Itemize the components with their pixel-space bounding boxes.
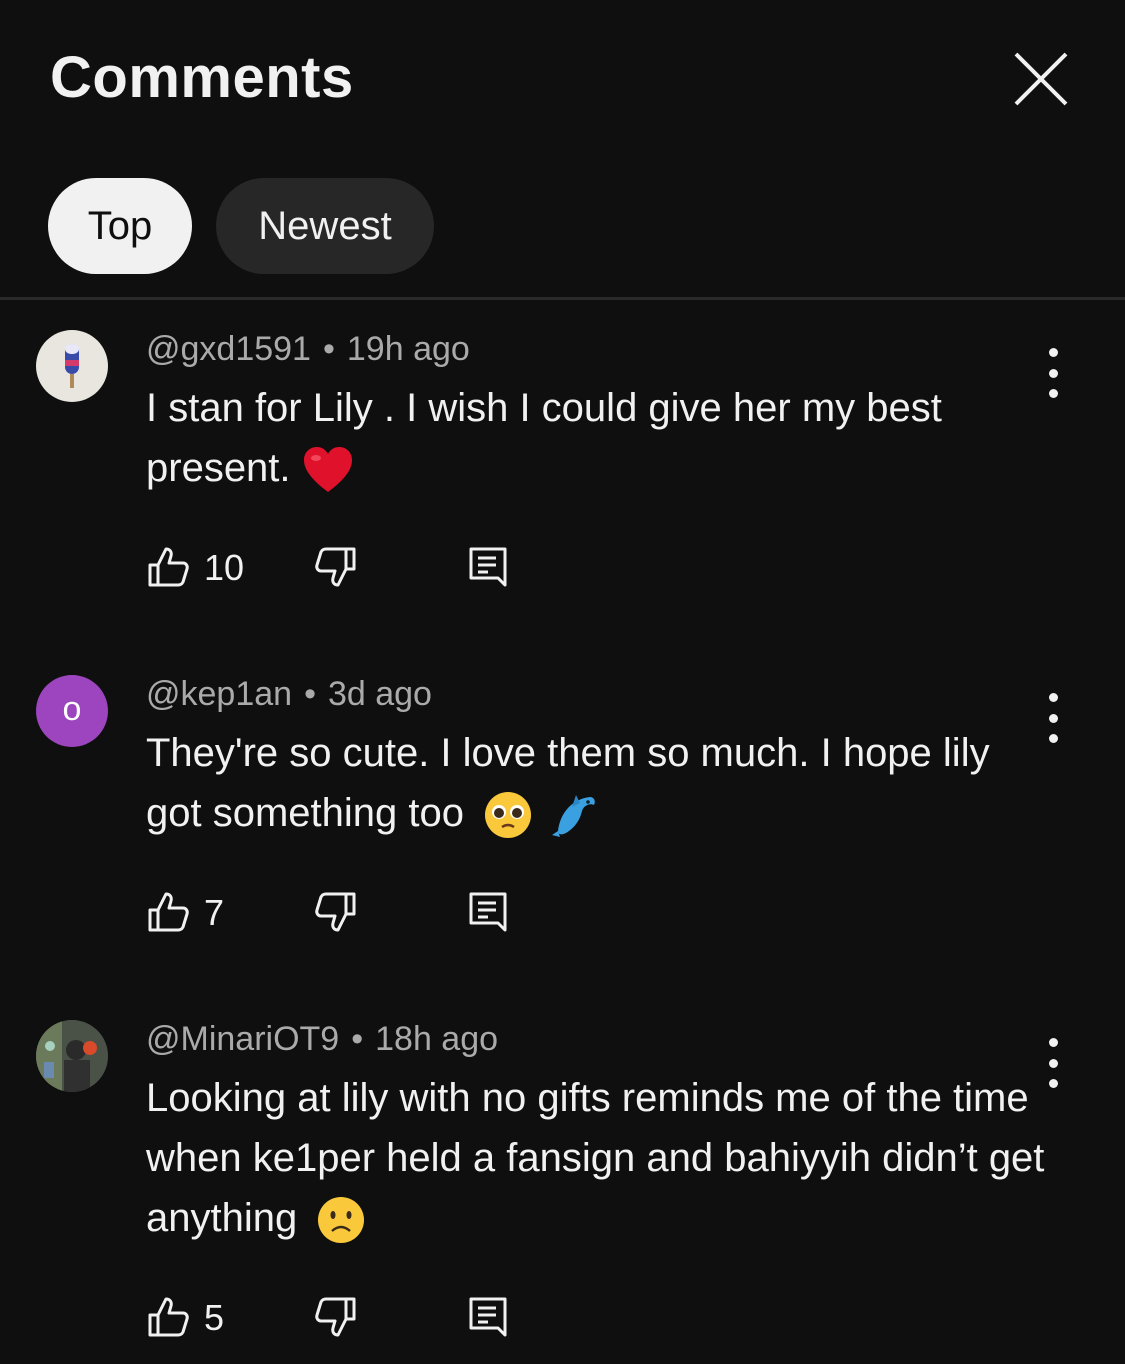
popsicle-icon bbox=[65, 344, 79, 388]
like-icon[interactable] bbox=[146, 1295, 190, 1339]
comment-item: @gxd1591 • 19h ago I stan for Lily . I wis… bbox=[0, 300, 1125, 645]
comment-meta: @MinariOT9 • 18h ago bbox=[146, 1020, 499, 1058]
avatar[interactable]: o bbox=[36, 675, 108, 747]
comment-actions: 5 bbox=[146, 1295, 546, 1345]
comment-text: Looking at lily with no gifts reminds me… bbox=[146, 1068, 1046, 1248]
reply-icon[interactable] bbox=[466, 545, 510, 589]
comment-item: o @kep1an • 3d ago They're so cute. I love… bbox=[0, 645, 1125, 990]
photo-avatar bbox=[36, 1020, 108, 1092]
comment-author[interactable]: @kep1an bbox=[146, 675, 292, 713]
comment-time: 19h ago bbox=[346, 330, 470, 368]
comments-header: Comments Top Newest bbox=[0, 0, 1125, 300]
comment-meta: @kep1an • 3d ago bbox=[146, 675, 432, 713]
avatar-letter: o bbox=[62, 689, 82, 728]
dislike-icon[interactable] bbox=[314, 890, 358, 934]
like-icon[interactable] bbox=[146, 890, 190, 934]
comment-actions: 10 bbox=[146, 545, 546, 595]
tab-top[interactable]: Top bbox=[48, 178, 192, 274]
comment-text: They're so cute. I love them so much. I … bbox=[146, 723, 1046, 843]
comment-actions: 7 bbox=[146, 890, 546, 940]
comment-author[interactable]: @gxd1591 bbox=[146, 330, 311, 368]
comment-meta: @gxd1591 • 19h ago bbox=[146, 330, 470, 368]
like-count: 7 bbox=[204, 892, 225, 933]
close-icon[interactable] bbox=[1012, 50, 1070, 108]
tab-newest[interactable]: Newest bbox=[216, 178, 434, 274]
like-count: 5 bbox=[204, 1297, 225, 1338]
reply-icon[interactable] bbox=[466, 1295, 510, 1339]
avatar[interactable] bbox=[36, 1020, 108, 1092]
comment-item: @MinariOT9 • 18h ago Looking at lily with … bbox=[0, 990, 1125, 1364]
like-count: 10 bbox=[204, 547, 245, 588]
frowning-face-emoji bbox=[318, 1197, 365, 1244]
comment-time: 3d ago bbox=[327, 675, 432, 713]
like-icon[interactable] bbox=[146, 545, 190, 589]
comment-time: 18h ago bbox=[375, 1020, 499, 1058]
dislike-icon[interactable] bbox=[314, 545, 358, 589]
avatar[interactable] bbox=[36, 330, 108, 402]
comment-body: I stan for Lily . I wish I could give he… bbox=[146, 386, 942, 490]
red-heart-emoji bbox=[303, 447, 352, 493]
pleading-face-emoji bbox=[485, 792, 532, 839]
dolphin-emoji bbox=[552, 795, 596, 838]
reply-icon[interactable] bbox=[466, 890, 510, 934]
comment-author[interactable]: @MinariOT9 bbox=[146, 1020, 339, 1058]
dislike-icon[interactable] bbox=[314, 1295, 358, 1339]
page-title: Comments bbox=[50, 45, 354, 110]
comment-text: I stan for Lily . I wish I could give he… bbox=[146, 378, 1046, 498]
comment-body: Looking at lily with no gifts reminds me… bbox=[146, 1076, 1045, 1240]
